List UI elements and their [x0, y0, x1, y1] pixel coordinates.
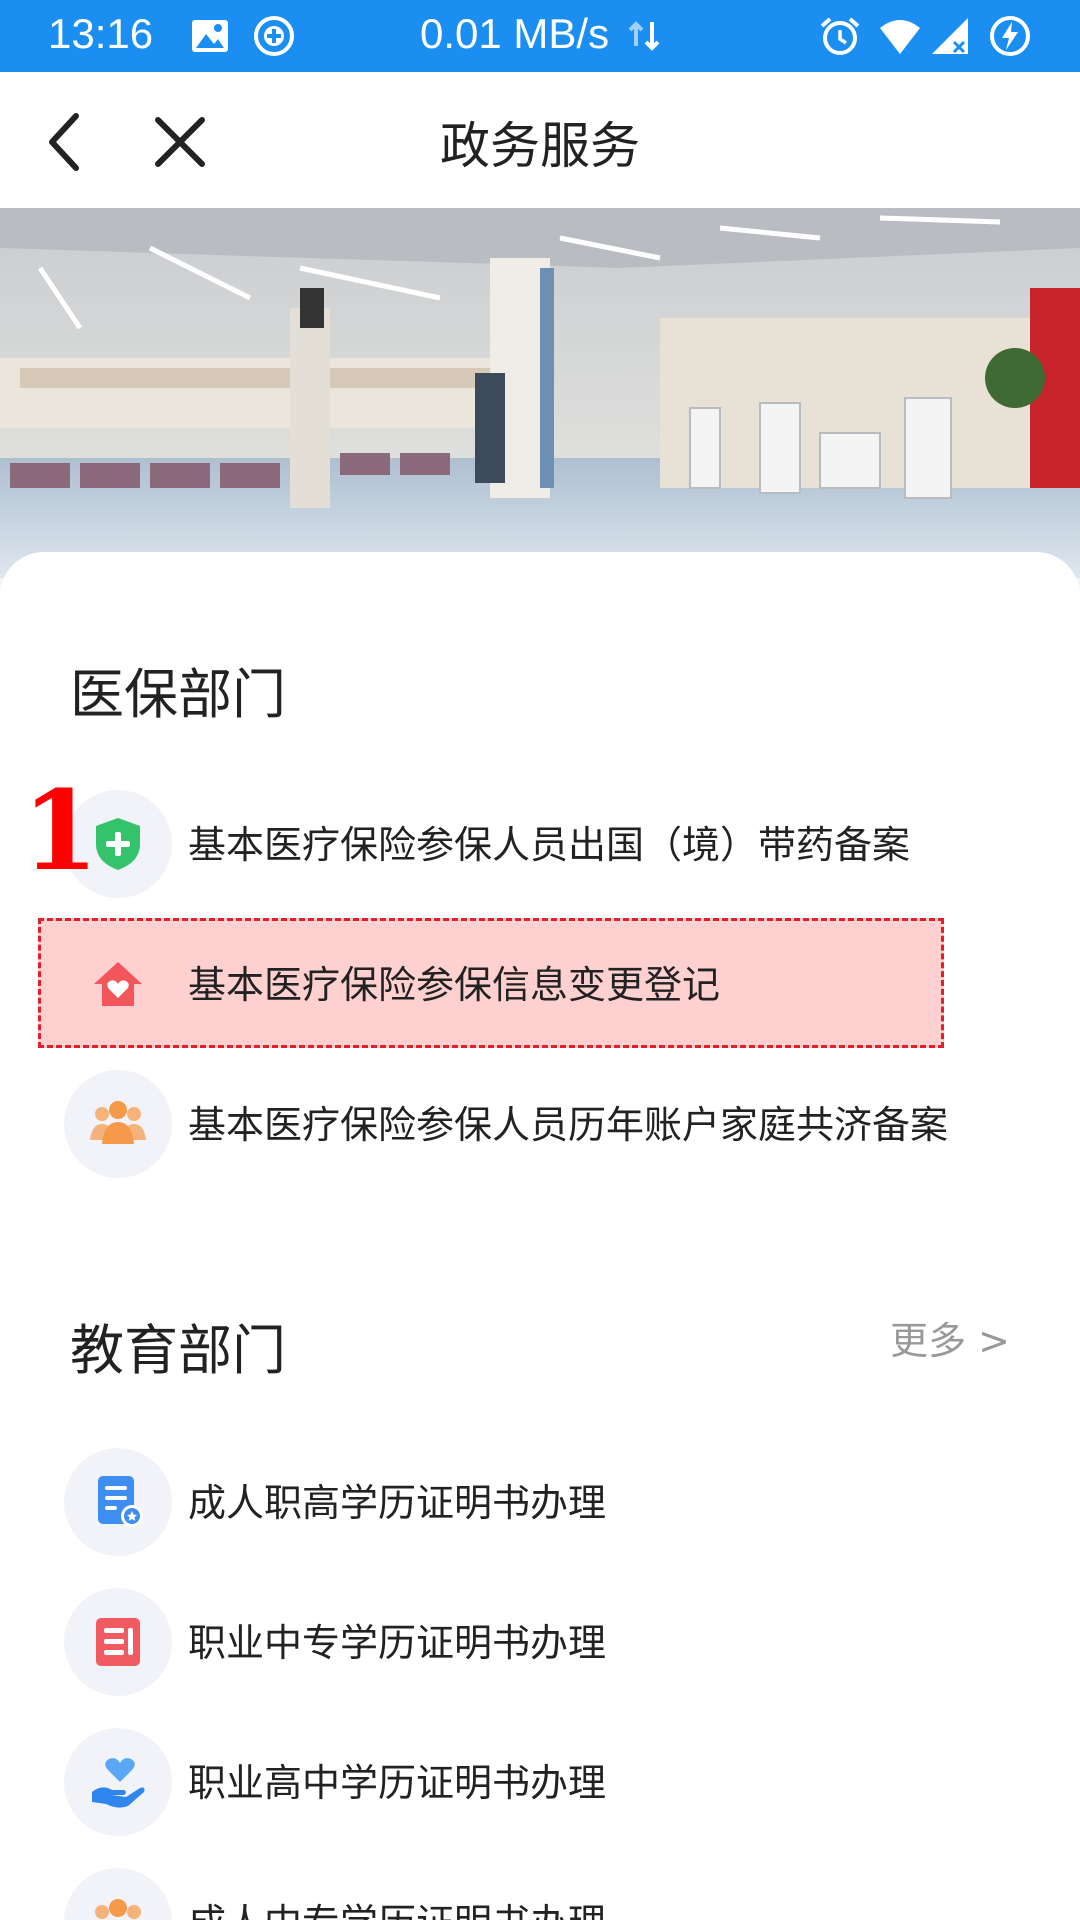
service-item-medicine-filing[interactable]: 基本医疗保险参保人员出国（境）带药备案 [60, 786, 1020, 902]
service-label: 成人职高学历证明书办理 [188, 1481, 607, 1525]
service-item-vocational-high-certificate[interactable]: 职业高中学历证明书办理 [60, 1724, 1020, 1840]
page-title: 政务服务 [440, 117, 640, 175]
data-arrows-icon [628, 21, 660, 51]
service-item-vocational-secondary-certificate[interactable]: 职业中专学历证明书办理 [60, 1584, 1020, 1700]
add-circle-icon [254, 16, 294, 56]
service-label: 成人中专学历证明书办理 [188, 1892, 606, 1920]
service-label: 基本医疗保险参保信息变更登记 [188, 963, 721, 1007]
service-item-adult-vocational-certificate[interactable]: 成人职高学历证明书办理 [60, 1444, 1020, 1560]
service-label: 职业高中学历证明书办理 [188, 1761, 607, 1805]
service-label: 基本医疗保险参保人员历年账户家庭共济备案 [188, 1103, 949, 1147]
image-icon [192, 20, 228, 52]
family-group-icon [64, 1868, 172, 1920]
section-title-education: 教育部门 [70, 1319, 286, 1382]
network-speed: 0.01 MB/s [420, 10, 610, 57]
service-label: 基本医疗保险参保人员出国（境）带药备案 [188, 823, 911, 867]
family-group-icon [64, 1070, 172, 1178]
service-label: 职业中专学历证明书办理 [188, 1621, 607, 1665]
hand-heart-icon [64, 1728, 172, 1836]
certificate-icon [64, 1588, 172, 1696]
service-hall-banner [0, 208, 1080, 578]
service-sheet [0, 552, 1080, 1920]
status-time: 13:16 [48, 10, 154, 57]
status-bar: 13:16 0.01 MB/s [0, 0, 1080, 72]
section-title-medical-insurance: 医保部门 [70, 663, 286, 726]
wifi-icon [880, 20, 920, 54]
document-badge-icon [64, 1448, 172, 1556]
annotation-marker: 1 [22, 766, 99, 895]
signal-icon [932, 18, 968, 54]
home-heart-icon [64, 930, 172, 1038]
service-item-family-account[interactable]: 基本医疗保险参保人员历年账户家庭共济备案 [60, 1066, 1020, 1182]
battery-charging-icon [990, 16, 1030, 56]
service-item-info-change[interactable]: 基本医疗保险参保信息变更登记 [60, 926, 1020, 1042]
title-bar: 政务服务 [0, 72, 1080, 208]
more-link[interactable]: 更多 > [890, 1310, 1010, 1365]
service-item-adult-secondary-certificate[interactable]: 成人中专学历证明书办理 [60, 1864, 1020, 1920]
alarm-icon [820, 17, 860, 55]
